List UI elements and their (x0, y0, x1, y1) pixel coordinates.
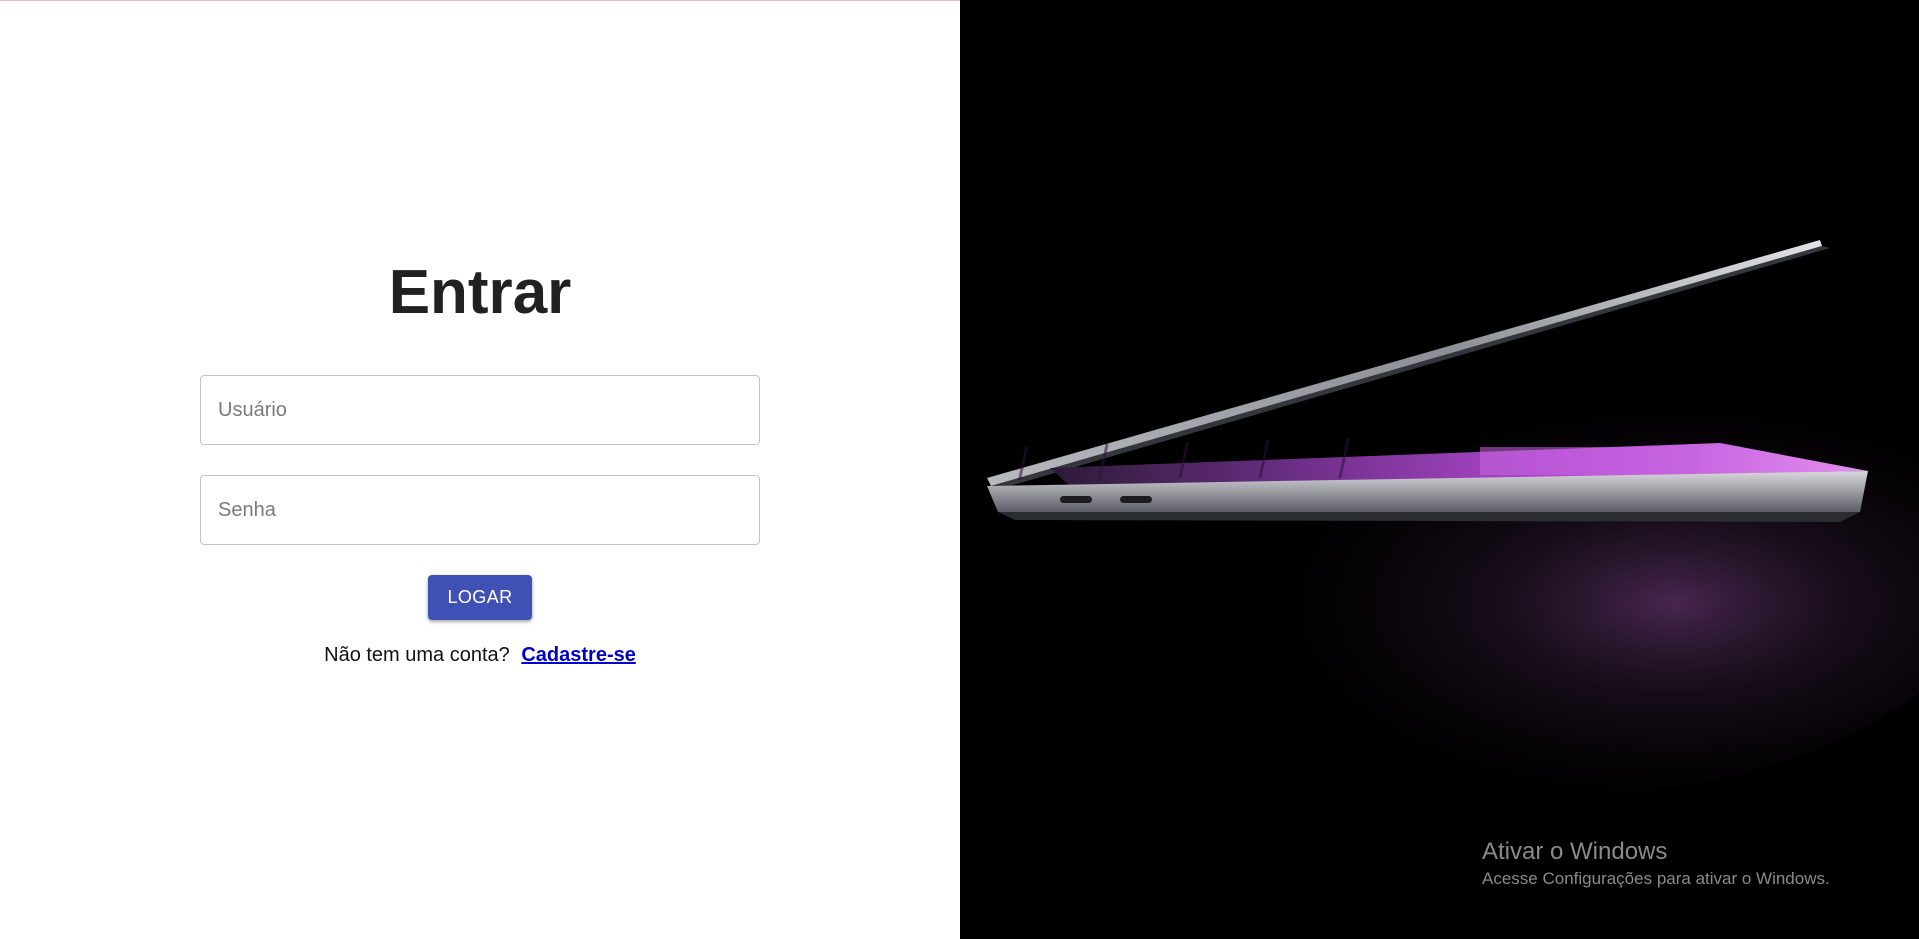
signup-link[interactable]: Cadastre-se (521, 644, 636, 666)
laptop-image (960, 0, 1919, 939)
top-border (0, 0, 960, 1)
signup-prompt: Não tem uma conta? (324, 644, 510, 666)
activation-subtitle: Acesse Configurações para ativar o Windo… (1482, 869, 1830, 888)
username-input[interactable] (200, 375, 760, 445)
hero-panel (960, 0, 1919, 939)
login-panel: Entrar LOGAR Não tem uma conta? Cadastre… (0, 0, 960, 939)
login-page: Entrar LOGAR Não tem uma conta? Cadastre… (0, 0, 1919, 939)
signup-row: Não tem uma conta? Cadastre-se (0, 644, 960, 667)
password-input[interactable] (200, 475, 760, 545)
page-title: Entrar (388, 258, 572, 327)
windows-activation-watermark: Ativar o Windows Acesse Configurações pa… (1482, 837, 1830, 891)
login-button[interactable]: LOGAR (428, 575, 532, 620)
activation-title: Ativar o Windows (1482, 838, 1668, 865)
